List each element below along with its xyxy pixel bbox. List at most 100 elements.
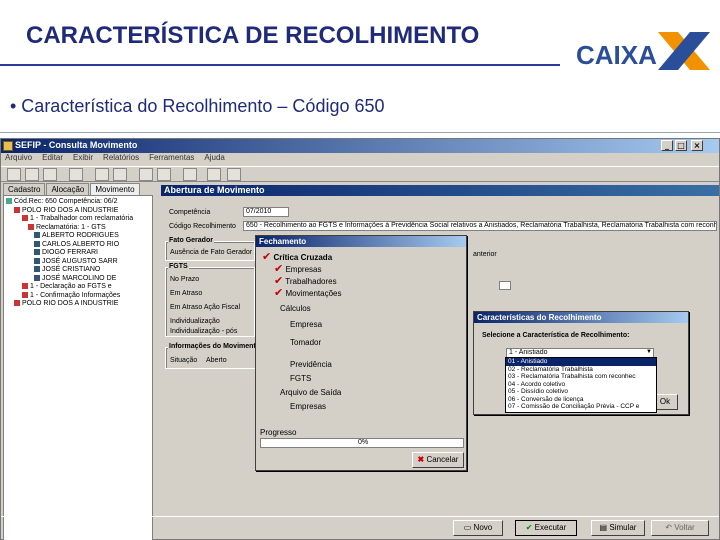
- calculos-label: Cálculos: [280, 304, 311, 313]
- company-icon: [14, 300, 20, 307]
- fgts-label: FGTS: [168, 263, 189, 270]
- open-icon[interactable]: [25, 168, 39, 181]
- calculo-fgts: FGTS: [290, 374, 312, 383]
- fgts-option[interactable]: Individualização - pós: [170, 328, 237, 335]
- novo-button[interactable]: ▭ Novo: [453, 520, 503, 536]
- close-button[interactable]: ×: [691, 140, 703, 151]
- tree-node[interactable]: 1 - Declaração ao FGTS e: [6, 283, 152, 292]
- minimize-button[interactable]: _: [661, 140, 673, 151]
- menu-bar: Arquivo Editar Exibir Relatórios Ferrame…: [1, 153, 719, 165]
- new-icon: ▭: [463, 523, 472, 532]
- tree-node[interactable]: ALBERTO RODRIGUES: [6, 232, 152, 241]
- executar-button[interactable]: ✔ Executar: [515, 520, 577, 536]
- back-icon: ↶: [665, 523, 672, 532]
- fato-gerador-group: Fato Gerador Ausência de Fato Gerador: [165, 237, 255, 261]
- tree-node[interactable]: JOSÉ AUGUSTO SARR: [6, 258, 152, 267]
- separator-line: [0, 132, 720, 133]
- menu-relatorios[interactable]: Relatórios: [103, 153, 139, 165]
- info-icon[interactable]: [227, 168, 241, 181]
- dropdown-option[interactable]: 07 - Comissão de Conciliação Prévia - CC…: [506, 403, 656, 411]
- slide-title: CARACTERÍSTICA DE RECOLHIMENTO: [26, 22, 480, 49]
- fgts-option[interactable]: Individualização: [170, 318, 220, 325]
- codigo-field[interactable]: 650 - Recolhimento ao FGTS e Informações…: [243, 221, 717, 231]
- menu-editar[interactable]: Editar: [42, 153, 63, 165]
- footer-bar: ▭ Novo ✔ Executar ▤ Simular ↶ Voltar: [1, 516, 719, 538]
- progress-value: 0%: [357, 439, 369, 446]
- calculo-empresa: Empresa: [290, 320, 323, 329]
- worker-icon: [28, 223, 34, 230]
- caracteristicas-prompt: Selecione a Característica de Recolhimen…: [482, 332, 630, 339]
- menu-ferramentas[interactable]: Ferramentas: [149, 153, 194, 165]
- progress-bar: 0%: [260, 438, 464, 448]
- caixa-logo-text: CAIXA: [576, 40, 657, 70]
- window-titlebar: SEFIP - Consulta Movimento _ □ ×: [1, 139, 719, 153]
- progresso-label: Progresso: [260, 428, 297, 437]
- competencia-label: Competência: [169, 209, 211, 216]
- dropdown-option[interactable]: 03 - Reclamatória Trabalhista com reconh…: [506, 373, 656, 381]
- help-icon[interactable]: [207, 168, 221, 181]
- dropdown-option[interactable]: 06 - Conversão de licença: [506, 396, 656, 404]
- tree-node[interactable]: 1 - Trabalhador com reclamatória: [6, 215, 152, 224]
- maximize-button[interactable]: □: [675, 140, 687, 151]
- new-file-icon[interactable]: [7, 168, 21, 181]
- caixa-logo: CAIXA: [576, 32, 710, 70]
- fechamento-title: Fechamento: [256, 236, 466, 247]
- tree-node[interactable]: Cód.Rec: 650 Competência: 06/2: [6, 198, 152, 207]
- fgts-group: FGTS No Prazo Em Atraso Em Atraso Ação F…: [165, 263, 255, 337]
- situacao-label: Situação: [170, 357, 198, 364]
- fechamento-dialog: Fechamento ✔ Crítica Cruzada ✔ Empresas …: [255, 235, 467, 471]
- dropdown-option[interactable]: 02 - Reclamatória Trabalhista: [506, 366, 656, 374]
- tree-icon[interactable]: [95, 168, 109, 181]
- competencia-field[interactable]: 07/2010: [243, 207, 289, 217]
- tree-node[interactable]: POLO RIO DOS A INDUSTRIE: [6, 207, 152, 216]
- codigo-label: Código Recolhimento: [169, 223, 236, 230]
- chevron-down-icon: ▼: [646, 349, 652, 355]
- person-icon: [34, 240, 40, 247]
- cancel-button[interactable]: ✖ Cancelar: [412, 452, 464, 468]
- dropdown-option[interactable]: 04 - Acordo coletivo: [506, 381, 656, 389]
- tree-node[interactable]: JOSÉ CRISTIANO: [6, 266, 152, 275]
- simular-button[interactable]: ▤ Simular: [591, 520, 645, 536]
- fgts-option[interactable]: Em Atraso Ação Fiscal: [170, 304, 240, 311]
- worker-icon: [22, 215, 28, 222]
- check-icon: ✔: [525, 523, 533, 532]
- dropdown-option[interactable]: 01 - Anistiado: [506, 358, 656, 366]
- worker-icon: [22, 283, 28, 290]
- fato-gerador-option[interactable]: Ausência de Fato Gerador: [170, 249, 252, 256]
- check-icon[interactable]: [139, 168, 153, 181]
- company-icon: [14, 206, 20, 213]
- print-icon[interactable]: [43, 168, 57, 181]
- document-icon[interactable]: [113, 168, 127, 181]
- tab-alocacao[interactable]: Alocação: [46, 183, 90, 195]
- lookup-button[interactable]: [499, 281, 511, 290]
- voltar-button[interactable]: ↶ Voltar: [651, 520, 709, 536]
- fgts-option[interactable]: No Prazo: [170, 276, 199, 283]
- tree-node[interactable]: 1 - Confirmação Informações: [6, 292, 152, 301]
- question-icon[interactable]: [183, 168, 197, 181]
- binoculars-icon[interactable]: [69, 168, 83, 181]
- menu-arquivo[interactable]: Arquivo: [5, 153, 32, 165]
- tree-node[interactable]: CARLOS ALBERTO RIO: [6, 241, 152, 250]
- calculo-previdencia: Previdência: [290, 360, 332, 369]
- fgts-option[interactable]: Em Atraso: [170, 290, 202, 297]
- filter-icon[interactable]: [157, 168, 171, 181]
- dropdown-option[interactable]: 05 - Dissídio coletivo: [506, 388, 656, 396]
- calculo-tomador: Tomador: [290, 338, 322, 347]
- arquivo-empresas: Empresas: [290, 402, 327, 411]
- tree-node[interactable]: DIOGO FERRARI: [6, 249, 152, 258]
- tab-movimento[interactable]: Movimento: [90, 183, 140, 195]
- tree-node[interactable]: JOSÉ MARCOLINO DE: [6, 275, 152, 284]
- check-icon: ✔: [274, 286, 284, 299]
- fato-gerador-label: Fato Gerador: [168, 237, 214, 244]
- anterior-label: anterior: [473, 251, 497, 258]
- caracteristicas-title: Características do Recolhimento: [474, 312, 688, 323]
- close-icon: ✖: [417, 455, 425, 464]
- person-icon: [34, 266, 40, 273]
- info-movimento-label: Informações do Movimento: [168, 343, 262, 350]
- menu-ajuda[interactable]: Ajuda: [204, 153, 224, 165]
- menu-exibir[interactable]: Exibir: [73, 153, 93, 165]
- tab-cadastro[interactable]: Cadastro: [3, 183, 46, 195]
- tree-node[interactable]: Reclamatória: 1 - GTS: [6, 224, 152, 233]
- tree-node[interactable]: POLO RIO DOS A INDUSTRIE: [6, 300, 152, 309]
- title-underline: [0, 64, 560, 66]
